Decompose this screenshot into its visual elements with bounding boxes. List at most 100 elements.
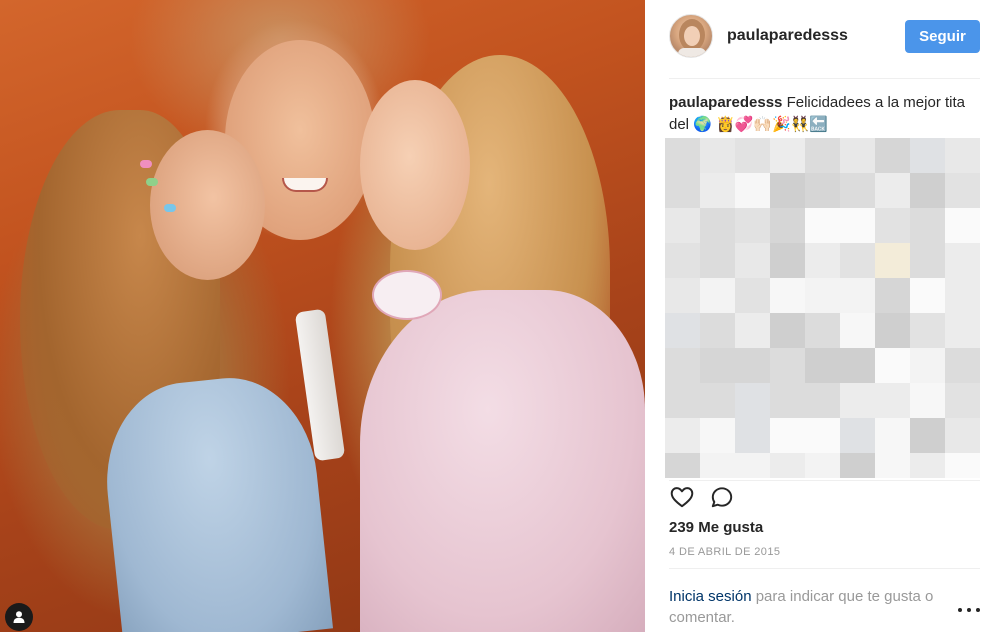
pixel-tile [700,348,735,383]
pixel-tile [805,453,840,478]
more-dot [958,608,962,612]
avatar-image [678,19,706,57]
pixel-tile [770,173,805,208]
post-actions [669,484,789,510]
pixel-tile [805,208,840,243]
pixel-tile [805,383,840,418]
pixel-tile [875,243,910,278]
pixel-tile [840,348,875,383]
divider [669,568,980,569]
pixel-tile [945,138,980,173]
pixel-tile [945,173,980,208]
pixel-tile [910,278,945,313]
pixel-tile [700,453,735,478]
pixel-tile [840,383,875,418]
pixel-tile [735,453,770,478]
pixel-tile [665,453,700,478]
pixel-tile [805,173,840,208]
pixel-tile [735,383,770,418]
pixel-tile [910,383,945,418]
post-photo[interactable] [0,0,645,632]
photo-region [372,270,442,320]
pixel-tile [665,243,700,278]
pixel-tile [805,313,840,348]
pixel-tile [875,383,910,418]
caption-username[interactable]: paulaparedesss [669,94,782,111]
like-count[interactable]: 239 Me gusta [669,519,763,536]
pixel-tile [700,208,735,243]
pixel-tile [805,278,840,313]
pixel-tile [945,453,980,478]
heart-icon[interactable] [669,484,695,510]
pixel-tile [840,208,875,243]
pixel-tile [840,313,875,348]
divider [669,480,980,481]
pixel-tile [770,278,805,313]
pixel-tile [665,418,700,453]
pixel-tile [840,278,875,313]
pixel-tile [875,313,910,348]
pixel-tile [735,243,770,278]
pixel-tile [910,453,945,478]
pixel-tile [875,173,910,208]
pixel-tile [945,348,980,383]
pixel-tile [875,278,910,313]
pixel-tile [700,138,735,173]
post-sidebar: paulaparedesss Seguir paulaparedesss Fel… [645,0,1000,632]
pixel-tile [665,383,700,418]
pixel-tile [700,418,735,453]
pixel-tile [700,278,735,313]
pixel-tile [770,138,805,173]
pixel-tile [875,208,910,243]
post-date[interactable]: 4 DE ABRIL DE 2015 [669,546,780,558]
pixel-tile [735,173,770,208]
photo-region [96,369,334,632]
pixel-tile [945,208,980,243]
pixel-tile [770,208,805,243]
pixel-tile [805,418,840,453]
pixel-tile [945,383,980,418]
user-icon-glyph [13,611,25,623]
pixel-tile [875,138,910,173]
pixel-tile [770,243,805,278]
login-link[interactable]: Inicia sesión [669,588,752,605]
pixel-tile [910,348,945,383]
user-icon[interactable] [5,603,33,631]
pixel-tile [910,138,945,173]
comment-icon[interactable] [709,484,735,510]
pixel-tile [910,243,945,278]
more-options-icon[interactable] [958,602,980,618]
avatar[interactable] [669,14,713,58]
pixel-tile [735,138,770,173]
pixel-tile [735,418,770,453]
pixel-tile [840,138,875,173]
pixel-tile [735,208,770,243]
header-username[interactable]: paulaparedesss [727,27,848,45]
pixel-tile [945,278,980,313]
pixel-tile [735,348,770,383]
pixel-tile [665,173,700,208]
pixel-tile [770,313,805,348]
pixel-tile [945,418,980,453]
photo-region [164,204,176,212]
pixel-tile [945,243,980,278]
follow-button[interactable]: Seguir [905,20,980,53]
pixel-tile [910,313,945,348]
photo-region [282,178,328,192]
login-prompt: Inicia sesión para indicar que te gusta … [669,586,969,628]
pixel-tile [735,313,770,348]
photo-region [360,290,645,632]
pixelated-comments [665,138,980,478]
divider [669,78,980,79]
pixel-tile [700,243,735,278]
pixel-tile [770,348,805,383]
more-dot [976,608,980,612]
pixel-tile [665,208,700,243]
pixel-tile [805,348,840,383]
more-dot [967,608,971,612]
photo-region [146,178,158,186]
pixel-tile [840,453,875,478]
pixel-tile [700,383,735,418]
post-header: paulaparedesss Seguir [645,0,1000,78]
pixel-tile [665,313,700,348]
